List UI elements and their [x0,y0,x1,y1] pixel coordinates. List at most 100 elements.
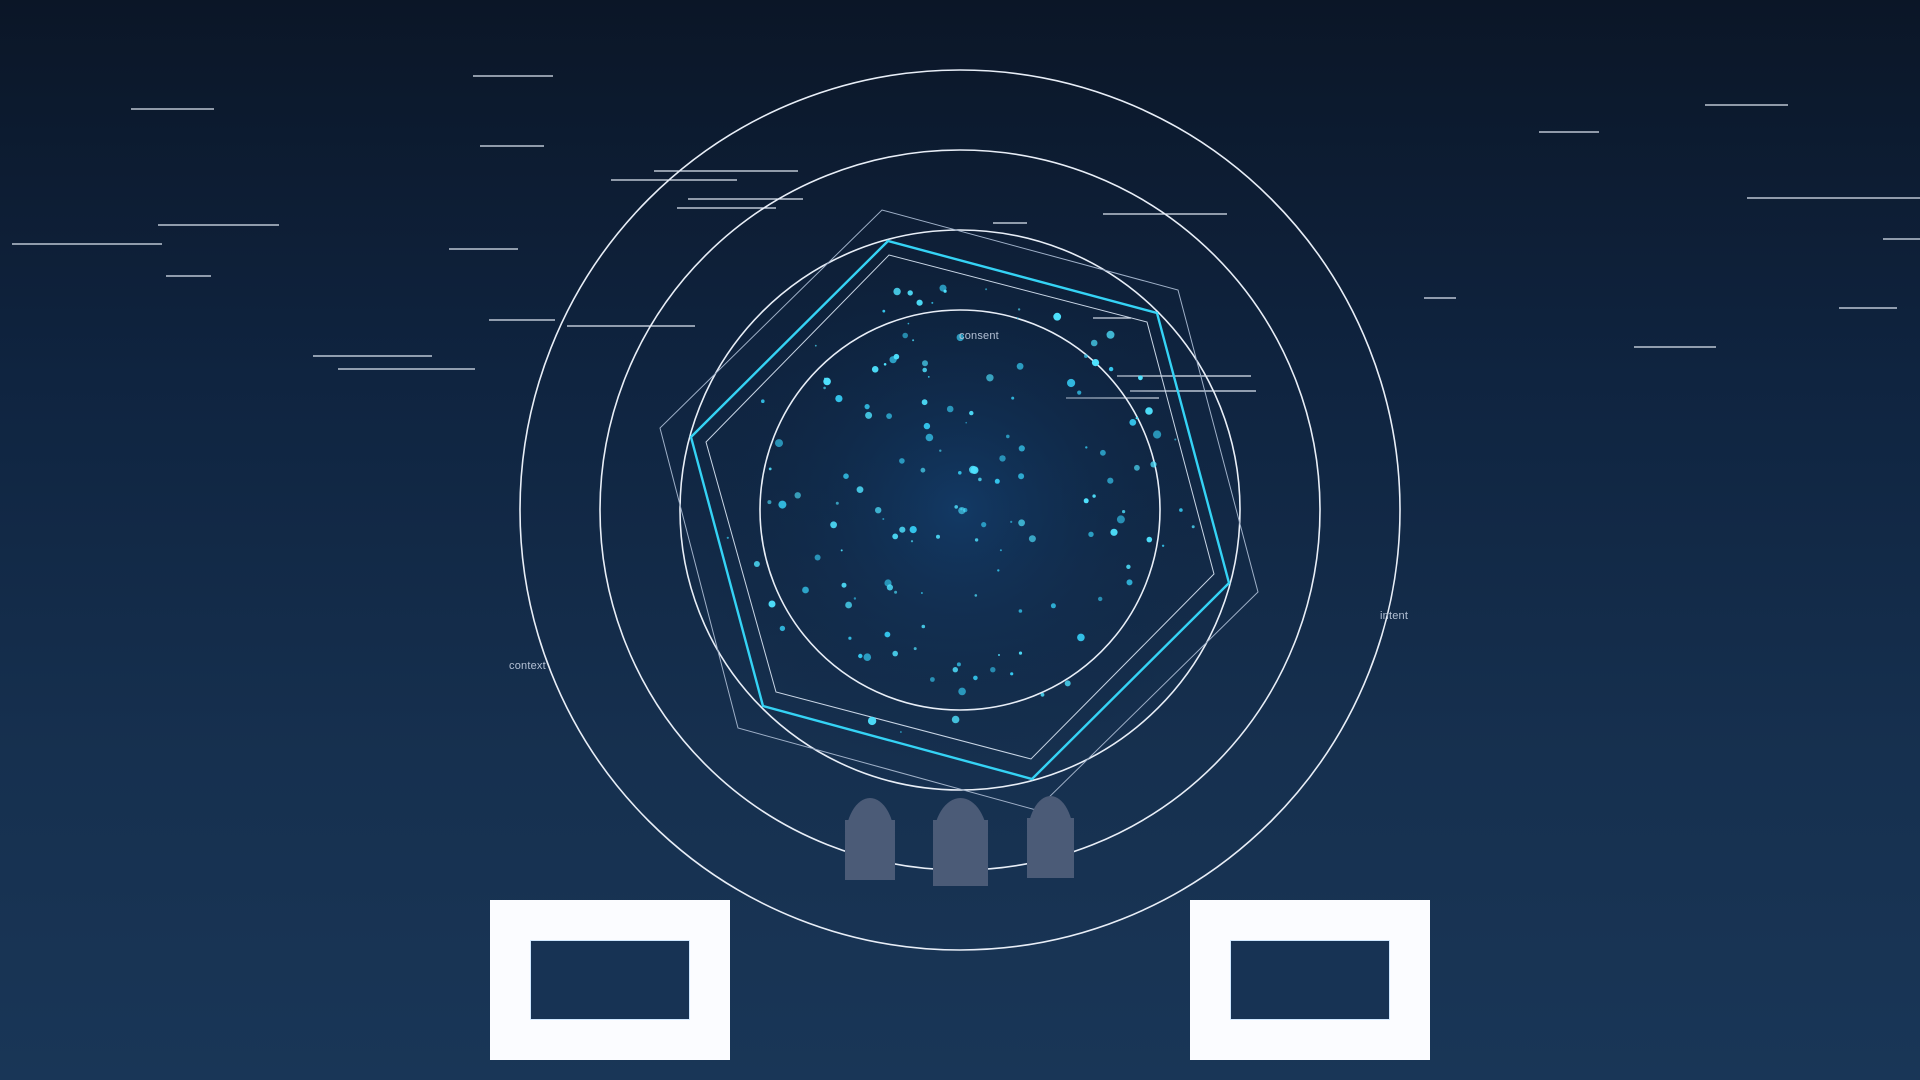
particle [1126,579,1133,586]
particle [1191,525,1195,529]
particle [863,653,872,661]
particle [1090,339,1098,347]
particle [864,404,870,410]
particle [997,569,1000,572]
particle [921,624,926,629]
particle [958,507,966,515]
particle [946,405,954,413]
particle [1150,461,1157,468]
particle [1010,672,1014,676]
particle [1134,464,1140,471]
particle [1092,494,1096,498]
particle [867,716,877,726]
particle [1110,528,1118,536]
particle [814,344,817,347]
particle [1016,362,1024,370]
particle [970,466,979,474]
particle [1116,515,1125,524]
particle [1006,434,1010,439]
particle [1135,416,1139,420]
particle [1077,390,1082,395]
particle [1100,449,1106,456]
particle [1028,535,1036,543]
particle [958,471,962,475]
particle [907,322,910,325]
frame-left [490,900,730,1060]
particle [916,299,923,306]
particle [954,505,958,509]
particle [768,600,776,608]
particle [892,533,899,540]
particle [824,377,826,380]
particle [882,518,885,520]
particle [1092,360,1095,364]
particle [848,636,852,640]
particle [875,507,882,514]
particle [1126,564,1131,569]
particle [923,422,931,430]
particle [965,421,967,424]
particle [900,731,902,733]
frame-left-window [530,940,690,1020]
particle [1018,519,1025,527]
particle [856,486,864,493]
frame-right [1190,900,1430,1060]
particle [841,582,847,588]
particle [899,458,905,464]
particle [853,597,857,600]
particle [1050,603,1056,609]
particle [931,301,934,304]
particle [985,288,988,291]
particle [865,411,873,419]
particle [753,561,760,567]
particle [882,309,886,313]
particle [930,677,935,682]
particle [893,287,901,296]
particle [1018,473,1025,480]
particle [871,366,879,373]
particle [802,586,809,594]
particle [907,290,913,296]
particle [1040,692,1045,697]
particle [768,467,772,471]
particle [994,478,1000,484]
particle [1161,544,1165,547]
particle [845,601,852,609]
particle [858,653,863,659]
label-context: context [509,660,546,672]
particle [939,449,942,452]
particle [830,521,837,529]
particle [1146,536,1153,543]
particle [1010,520,1013,524]
particle [823,386,826,390]
particle [936,534,940,539]
particle [843,473,849,480]
particle [925,433,934,442]
particle [1174,438,1177,441]
frame-right-window [1230,940,1390,1020]
particle [956,662,961,667]
particle [974,538,979,542]
label-consent: consent [959,330,999,342]
particle [886,584,894,591]
particle [920,467,926,473]
particle [1088,531,1094,537]
particle [981,522,987,528]
particle [1108,366,1114,372]
particle [958,687,966,696]
particle [893,353,900,360]
particle [912,339,915,342]
particle [951,715,960,724]
particle [902,332,908,339]
particle [986,374,994,382]
particle [1106,330,1115,339]
label-intent: intent [1380,610,1409,622]
particle [999,549,1002,552]
particle [1179,508,1183,512]
particle [767,500,772,505]
particle [883,363,887,366]
particle [1017,308,1021,311]
particle [1085,446,1088,449]
particle [886,413,892,419]
particle [1064,680,1071,687]
